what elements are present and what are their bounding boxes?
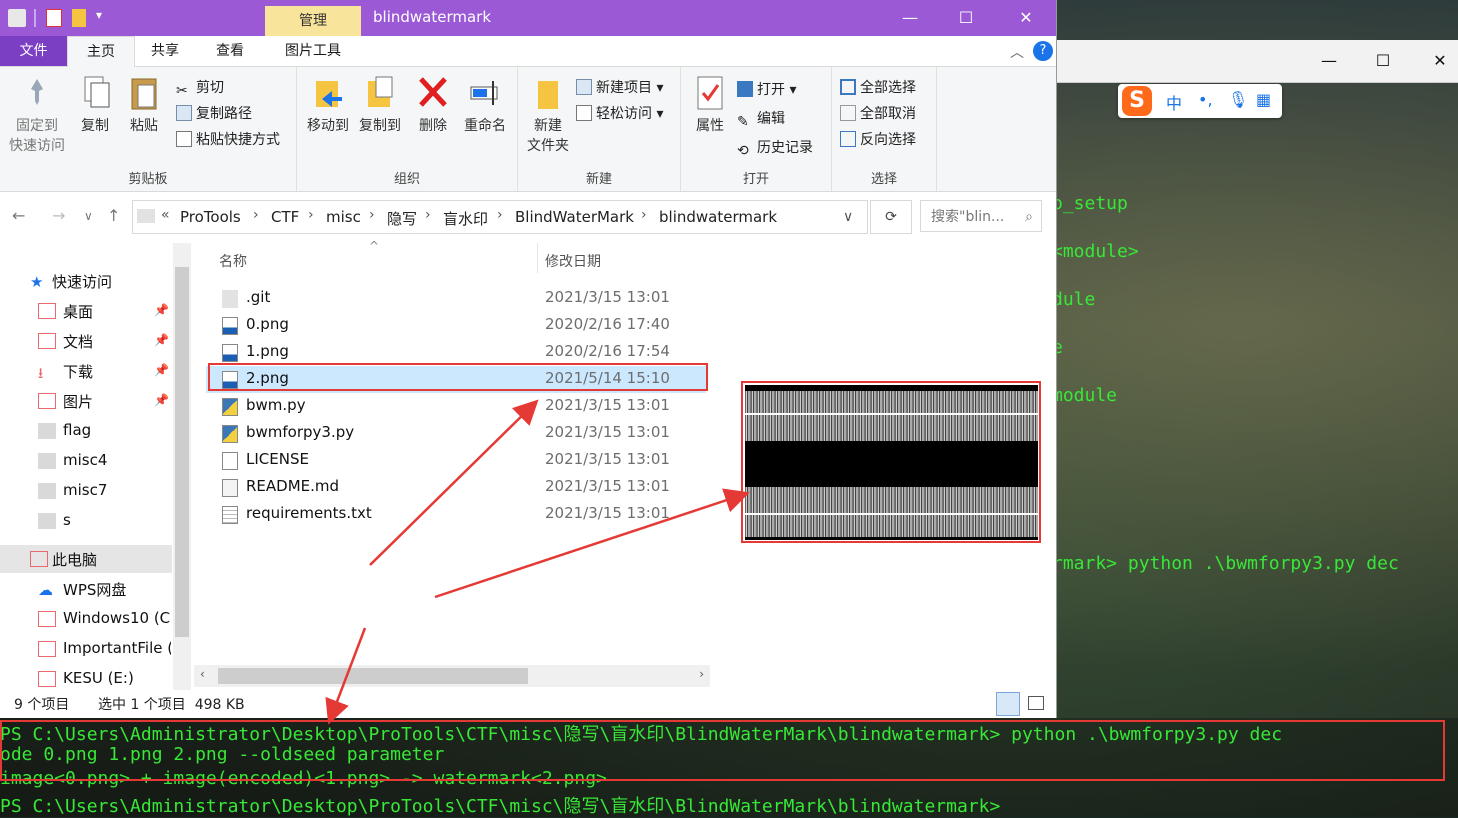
annotation-arrows bbox=[325, 399, 750, 725]
arrow-to-file bbox=[369, 399, 539, 566]
arrow-to-command bbox=[325, 627, 367, 725]
arrow-to-preview bbox=[434, 488, 750, 599]
